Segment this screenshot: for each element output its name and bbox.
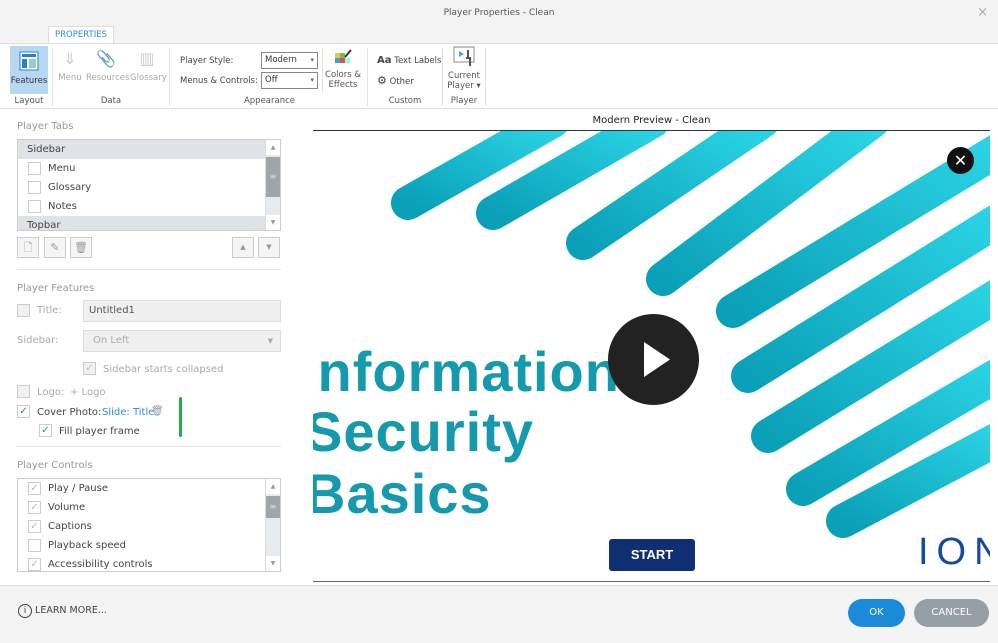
other-button[interactable]: ⚙ Other xyxy=(377,74,414,87)
player-tabs-heading: Player Tabs xyxy=(17,121,74,132)
scrollbar[interactable]: ▲ ≡ ▼ xyxy=(265,140,280,230)
cover-photo-link[interactable]: Slide: Title xyxy=(102,407,154,418)
info-icon: i xyxy=(18,604,32,618)
logo-label: Logo: xyxy=(37,387,65,398)
new-page-icon: 🗋 xyxy=(23,241,33,254)
tab-group-topbar[interactable]: Topbar xyxy=(18,216,280,230)
resources-button[interactable]: 📎 Resources xyxy=(86,49,129,83)
slide-title-line2: Security xyxy=(313,400,534,463)
ion-logo: ION xyxy=(918,531,990,573)
delete-tab-button[interactable]: 🗑 xyxy=(70,237,92,258)
list-item[interactable]: ✓ Play / Pause xyxy=(18,479,280,498)
player-style-dropdown[interactable]: Modern xyxy=(261,52,318,69)
list-item[interactable]: Glossary xyxy=(18,178,280,197)
title-input[interactable]: Untitled1 xyxy=(83,300,281,322)
arrow-down-icon: ▼ xyxy=(266,243,272,251)
learn-more-link[interactable]: i LEARN MORE... xyxy=(18,604,107,618)
checkbox[interactable] xyxy=(28,200,41,213)
list-item[interactable]: ✓ Captions xyxy=(18,517,280,536)
features-icon xyxy=(19,51,39,71)
new-tab-button[interactable]: 🗋 xyxy=(17,237,39,258)
sidebar-collapsed-checkbox[interactable]: ✓ xyxy=(83,362,96,375)
checkbox[interactable] xyxy=(28,162,41,175)
checkbox[interactable] xyxy=(28,181,41,194)
menu-button[interactable]: ⇓ Menu xyxy=(57,49,83,83)
preview-slide: Information Security Basics ✕ START ION xyxy=(313,130,990,582)
player-controls-heading: Player Controls xyxy=(17,460,93,471)
move-up-button[interactable]: ▲ xyxy=(232,237,254,258)
start-button[interactable]: START xyxy=(609,539,695,571)
close-slide-button[interactable]: ✕ xyxy=(947,147,974,174)
arrow-up-icon: ▲ xyxy=(240,243,246,251)
gear-icon: ⚙ xyxy=(377,74,387,87)
group-custom: Custom xyxy=(388,96,422,106)
checkbox[interactable] xyxy=(28,539,41,552)
tab-group-sidebar[interactable]: Sidebar xyxy=(18,140,280,159)
menu-icon: ⇓ xyxy=(63,49,77,68)
ribbon-tab-row xyxy=(0,26,998,43)
list-item[interactable]: Playback speed xyxy=(18,536,280,555)
play-icon xyxy=(644,342,670,377)
group-player: Player xyxy=(450,96,478,106)
cover-photo-checkbox[interactable]: ✓ xyxy=(17,405,30,418)
checkbox[interactable]: ✓ xyxy=(28,501,41,514)
slide-title-line3: Basics xyxy=(313,462,492,525)
player-controls-list: ✓ Play / Pause ✓ Volume ✓ Captions Playback… xyxy=(17,478,281,572)
menus-controls-label: Menus & Controls: xyxy=(180,76,258,86)
player-style-label: Player Style: xyxy=(180,56,234,66)
checkbox[interactable]: ✓ xyxy=(28,558,41,571)
chevron-down-icon: ▼ xyxy=(267,337,273,345)
ok-button[interactable]: OK xyxy=(848,599,905,627)
ribbon: Features Layout ⇓ Menu 📎 Resources ▥ Glossa… xyxy=(0,43,998,109)
slide-title-line1: Information xyxy=(313,340,620,403)
trash-icon: 🗑 xyxy=(74,241,88,254)
group-layout: Layout xyxy=(14,96,44,106)
list-item[interactable]: ✓ Volume xyxy=(18,498,280,517)
edit-icon: ✎ xyxy=(50,241,60,254)
sidebar-label: Sidebar: xyxy=(17,335,59,346)
fill-frame-label: Fill player frame xyxy=(59,426,140,437)
trash-icon[interactable]: 🗑 xyxy=(151,406,164,417)
palette-icon xyxy=(335,49,352,63)
features-button[interactable]: Features xyxy=(10,46,48,94)
title-label: Title: xyxy=(37,305,62,316)
menus-controls-dropdown[interactable]: Off xyxy=(261,72,318,89)
list-item[interactable]: Notes xyxy=(18,197,280,216)
play-button[interactable] xyxy=(608,314,699,405)
cover-photo-label: Cover Photo: xyxy=(37,407,102,418)
edit-tab-button[interactable]: ✎ xyxy=(44,237,66,258)
list-item[interactable]: ✓ Accessibility controls xyxy=(18,555,280,571)
sidebar-collapsed-label: Sidebar starts collapsed xyxy=(103,364,224,375)
sidebar-dropdown[interactable]: On Left ▼ xyxy=(83,330,281,352)
title-checkbox[interactable] xyxy=(17,304,30,317)
checkbox[interactable]: ✓ xyxy=(28,482,41,495)
preview-title: Modern Preview - Clean xyxy=(592,115,711,126)
player-tabs-list: Sidebar Menu Glossary Notes Topbar ▲ ≡ ▼ xyxy=(17,139,281,231)
close-icon: ✕ xyxy=(953,151,968,170)
green-indicator xyxy=(179,397,182,437)
scrollbar[interactable]: ▲ ≡ ▼ xyxy=(265,479,280,571)
fill-frame-checkbox[interactable]: ✓ xyxy=(39,424,52,437)
logo-checkbox[interactable] xyxy=(17,385,30,398)
tab-properties[interactable]: PROPERTIES xyxy=(48,26,114,43)
group-data: Data xyxy=(100,96,122,106)
paperclip-icon: 📎 xyxy=(96,49,116,68)
player-features-heading: Player Features xyxy=(17,283,95,294)
list-item[interactable]: Menu xyxy=(18,159,280,178)
text-labels-button[interactable]: Aa Text Labels xyxy=(377,55,441,66)
colors-effects-button[interactable]: Colors & Effects xyxy=(325,49,361,90)
cancel-button[interactable]: CANCEL xyxy=(914,599,989,627)
glossary-button[interactable]: ▥ Glossary xyxy=(130,49,167,83)
glossary-icon: ▥ xyxy=(139,49,155,68)
checkbox[interactable]: ✓ xyxy=(28,520,41,533)
current-player-button[interactable]: Current Player ▾ xyxy=(446,46,482,91)
window-title: Player Properties - Clean xyxy=(0,0,998,26)
player-wrench-icon xyxy=(453,46,475,66)
group-appearance: Appearance xyxy=(243,96,296,106)
move-down-button[interactable]: ▼ xyxy=(258,237,280,258)
close-icon[interactable]: × xyxy=(977,0,988,26)
add-logo-link[interactable]: + Logo xyxy=(70,387,106,398)
text-labels-icon: Aa xyxy=(377,55,392,66)
